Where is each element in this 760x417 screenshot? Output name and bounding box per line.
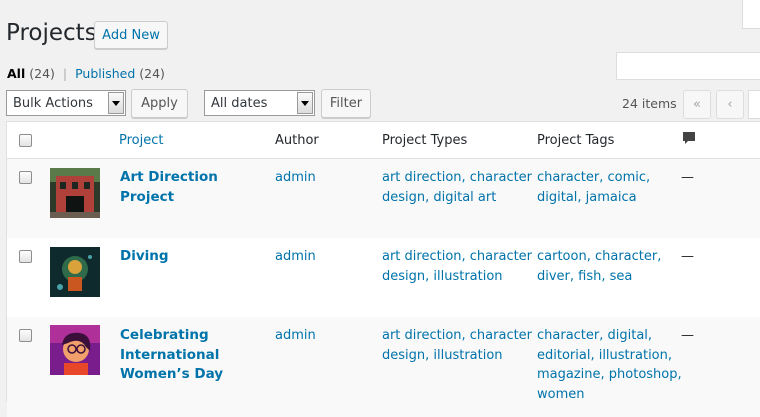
project-title-link[interactable]: Celebrating International Women’s Day [120,326,270,385]
title-line: International [120,346,220,363]
table-row: Celebrating International Women’s Day ad… [7,317,760,417]
diver-thumbnail[interactable] [50,247,100,297]
select-all-checkbox[interactable] [19,134,32,147]
tags-line: digital, jamaica [537,189,637,205]
author-link[interactable]: admin [275,168,316,188]
page-number-input[interactable] [748,90,760,119]
author-link[interactable]: admin [275,326,316,346]
column-types: Project Types [382,133,468,148]
chevron-down-icon [108,92,124,114]
tags-line: cartoon, character, [537,249,662,264]
column-author: Author [275,133,319,148]
project-tags[interactable]: character, digital, editorial, illustrat… [537,326,682,404]
row-checkbox[interactable] [19,171,32,184]
first-page-button[interactable]: « [683,90,711,119]
building-thumbnail[interactable] [50,168,100,218]
search-input[interactable] [616,52,760,80]
author-link[interactable]: admin [275,247,316,267]
page-title: Projects [6,20,97,46]
project-types[interactable]: art direction, character design, illustr… [382,326,532,365]
project-title-link[interactable]: Diving [120,247,270,267]
row-checkbox[interactable] [19,329,32,342]
title-line: Women’s Day [120,366,224,382]
add-new-button[interactable]: Add New [94,21,168,49]
table-row: Art Direction Project admin art directio… [7,159,760,238]
bulk-actions-value: Bulk Actions [13,95,93,111]
tags-line: magazine, photoshop, [537,367,682,382]
project-types[interactable]: art direction, character design, digital… [382,168,532,207]
screen-options-tab[interactable] [742,0,760,29]
tags-line: character, comic, [537,170,651,185]
types-line: art direction, character [382,170,533,185]
tags-line: character, digital, [537,328,653,343]
project-tags[interactable]: cartoon, character, diver, fish, sea [537,247,661,286]
project-title-link[interactable]: Art Direction Project [120,168,270,207]
project-tags[interactable]: character, comic, digital, jamaica [537,168,650,207]
types-line: design, illustration [382,268,503,284]
woman-portrait-thumbnail[interactable] [50,325,100,375]
filter-all[interactable]: All [7,66,25,81]
types-line: art direction, character [382,328,533,343]
comment-bubble-icon[interactable] [683,132,696,146]
comment-count: — [681,328,694,343]
filter-button[interactable]: Filter [321,89,371,118]
table-header: Project Author Project Types Project Tag… [7,122,760,159]
dates-value: All dates [211,95,268,111]
bulk-actions-select[interactable]: Bulk Actions [6,90,126,116]
title-line: Celebrating [120,327,209,343]
comment-count: — [681,249,694,264]
project-types[interactable]: art direction, character design, illustr… [382,247,532,286]
apply-button[interactable]: Apply [131,89,188,118]
column-tags: Project Tags [537,133,615,148]
tags-line: editorial, illustration, [537,347,673,363]
filter-separator: | [62,66,68,81]
filter-published[interactable]: Published [75,66,135,81]
types-line: art direction, character [382,249,533,264]
filter-all-count: (24) [29,66,55,81]
items-count: 24 items [622,96,677,111]
tags-line: women [537,386,585,402]
types-line: design, illustration [382,347,503,363]
types-line: design, digital art [382,189,497,205]
column-project[interactable]: Project [119,133,163,148]
comment-count: — [681,170,694,185]
row-checkbox[interactable] [19,250,32,263]
chevron-down-icon [297,92,313,114]
table-row: Diving admin art direction, character de… [7,238,760,317]
tags-line: diver, fish, sea [537,268,633,284]
dates-select[interactable]: All dates [204,90,315,116]
status-filter: All (24) | Published (24) [7,66,165,81]
filter-published-count: (24) [139,66,165,81]
prev-page-button[interactable]: ‹ [716,90,744,119]
projects-table: Project Author Project Types Project Tag… [6,121,760,417]
